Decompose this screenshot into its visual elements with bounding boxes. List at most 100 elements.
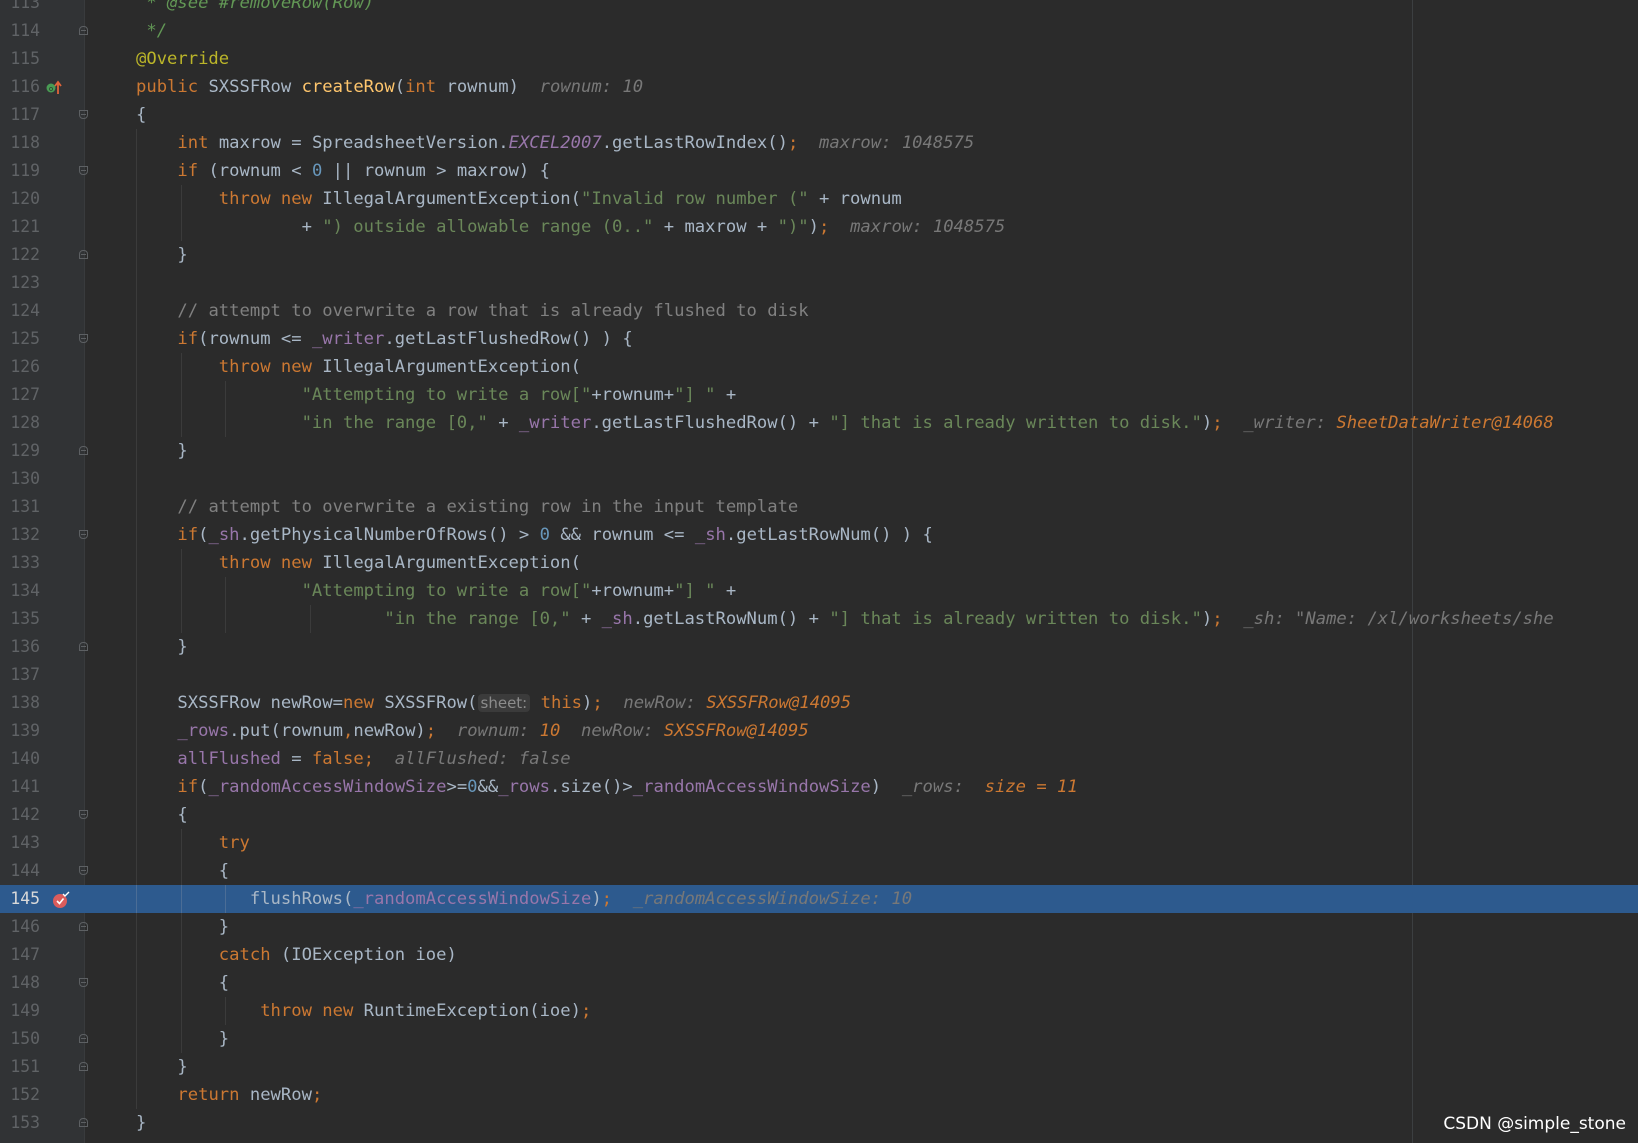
line-number[interactable]: 117 — [0, 101, 40, 129]
line-number[interactable]: 132 — [0, 521, 40, 549]
code-text[interactable]: } — [136, 241, 187, 269]
code-line[interactable]: 127 "Attempting to write a row["+rownum+… — [0, 381, 1638, 409]
code-text[interactable]: throw new RuntimeException(ioe); — [136, 997, 591, 1025]
code-line[interactable]: 137 — [0, 661, 1638, 689]
line-number[interactable]: 129 — [0, 437, 40, 465]
code-text[interactable]: throw new IllegalArgumentException("Inva… — [136, 185, 902, 213]
code-line[interactable]: 126 throw new IllegalArgumentException( — [0, 353, 1638, 381]
code-text[interactable]: public SXSSFRow createRow(int rownum) ro… — [136, 73, 643, 101]
line-number[interactable]: 140 — [0, 745, 40, 773]
line-number[interactable]: 136 — [0, 633, 40, 661]
code-text[interactable]: { — [136, 857, 229, 885]
fold-end-icon[interactable] — [79, 250, 88, 259]
line-number[interactable]: 151 — [0, 1053, 40, 1081]
code-line[interactable]: 146 } — [0, 913, 1638, 941]
code-text[interactable]: * @see #removeRow(Row) — [136, 0, 374, 17]
code-text[interactable]: try — [136, 829, 250, 857]
line-number[interactable]: 130 — [0, 465, 40, 493]
line-number[interactable]: 142 — [0, 801, 40, 829]
code-line[interactable]: 118 int maxrow = SpreadsheetVersion.EXCE… — [0, 129, 1638, 157]
fold-collapse-icon[interactable] — [79, 866, 88, 875]
code-line[interactable]: 148 { — [0, 969, 1638, 997]
code-text[interactable]: if(rownum <= _writer.getLastFlushedRow()… — [136, 325, 632, 353]
code-line[interactable]: 153} — [0, 1109, 1638, 1137]
line-number[interactable]: 143 — [0, 829, 40, 857]
code-text[interactable]: catch (IOException ioe) — [136, 941, 457, 969]
fold-collapse-icon[interactable] — [79, 530, 88, 539]
code-editor[interactable]: 113 * @see #removeRow(Row) 114 */115 @Over… — [0, 0, 1638, 1143]
fold-end-icon[interactable] — [79, 26, 88, 35]
current-execution-line[interactable]: 145 flushRows(_randomAccessWindowSize); … — [0, 885, 1638, 913]
line-number[interactable]: 128 — [0, 409, 40, 437]
fold-end-icon[interactable] — [79, 922, 88, 931]
code-line[interactable]: 138 SXSSFRow newRow=new SXSSFRow(sheet: … — [0, 689, 1638, 717]
code-text[interactable]: "Attempting to write a row["+rownum+"] "… — [136, 577, 737, 605]
code-line[interactable]: 143 try — [0, 829, 1638, 857]
code-text[interactable]: if(_sh.getPhysicalNumberOfRows() > 0 && … — [136, 521, 932, 549]
fold-collapse-icon[interactable] — [79, 810, 88, 819]
code-text[interactable]: */ — [136, 17, 167, 45]
code-text[interactable]: "in the range [0," + _sh.getLastRowNum()… — [136, 605, 1553, 633]
code-text[interactable]: } — [136, 1025, 229, 1053]
code-line[interactable]: 139 _rows.put(rownum,newRow); rownum: 10… — [0, 717, 1638, 745]
code-line[interactable]: 113 * @see #removeRow(Row) — [0, 0, 1638, 17]
line-number[interactable]: 147 — [0, 941, 40, 969]
code-text[interactable]: { — [136, 969, 229, 997]
code-line[interactable]: 128 "in the range [0," + _writer.getLast… — [0, 409, 1638, 437]
code-text[interactable]: "in the range [0," + _writer.getLastFlus… — [136, 409, 1554, 437]
code-text[interactable]: if (rownum < 0 || rownum > maxrow) { — [136, 157, 550, 185]
code-line[interactable]: 114 */ — [0, 17, 1638, 45]
code-line[interactable]: 152 return newRow; — [0, 1081, 1638, 1109]
fold-collapse-icon[interactable] — [79, 110, 88, 119]
line-number[interactable]: 131 — [0, 493, 40, 521]
code-line[interactable]: 122 } — [0, 241, 1638, 269]
fold-collapse-icon[interactable] — [79, 978, 88, 987]
code-line[interactable]: 151 } — [0, 1053, 1638, 1081]
line-number[interactable]: 125 — [0, 325, 40, 353]
line-number[interactable]: 148 — [0, 969, 40, 997]
code-line[interactable]: 133 throw new IllegalArgumentException( — [0, 549, 1638, 577]
code-text[interactable]: throw new IllegalArgumentException( — [136, 353, 581, 381]
code-line[interactable]: 136 } — [0, 633, 1638, 661]
line-number[interactable]: 152 — [0, 1081, 40, 1109]
code-line[interactable]: 142 { — [0, 801, 1638, 829]
fold-end-icon[interactable] — [79, 446, 88, 455]
fold-end-icon[interactable] — [79, 1062, 88, 1071]
code-line[interactable]: 116 o public SXSSFRow createRow(int rownum… — [0, 73, 1638, 101]
code-line[interactable]: 125 if(rownum <= _writer.getLastFlushedR… — [0, 325, 1638, 353]
line-number[interactable]: 120 — [0, 185, 40, 213]
code-text[interactable]: SXSSFRow newRow=new SXSSFRow(sheet: this… — [136, 689, 851, 717]
code-line[interactable]: 132 if(_sh.getPhysicalNumberOfRows() > 0… — [0, 521, 1638, 549]
code-text[interactable]: } — [136, 1053, 187, 1081]
fold-end-icon[interactable] — [79, 642, 88, 651]
code-line[interactable]: 131 // attempt to overwrite a existing r… — [0, 493, 1638, 521]
code-text[interactable]: return newRow; — [136, 1081, 322, 1109]
override-method-icon[interactable]: o — [46, 78, 62, 96]
code-line[interactable]: 120 throw new IllegalArgumentException("… — [0, 185, 1638, 213]
code-line[interactable]: 130 — [0, 465, 1638, 493]
code-line[interactable]: 144 { — [0, 857, 1638, 885]
line-number[interactable]: 133 — [0, 549, 40, 577]
code-text[interactable]: + ") outside allowable range (0.." + max… — [136, 213, 1006, 241]
line-number[interactable]: 126 — [0, 353, 40, 381]
fold-collapse-icon[interactable] — [79, 166, 88, 175]
code-line[interactable]: 124 // attempt to overwrite a row that i… — [0, 297, 1638, 325]
line-number[interactable]: 137 — [0, 661, 40, 689]
line-number[interactable]: 145 — [0, 885, 40, 913]
line-number[interactable]: 153 — [0, 1109, 40, 1137]
line-number[interactable]: 122 — [0, 241, 40, 269]
code-text[interactable]: } — [136, 437, 187, 465]
code-line[interactable]: 119 if (rownum < 0 || rownum > maxrow) { — [0, 157, 1638, 185]
code-text[interactable]: "Attempting to write a row["+rownum+"] "… — [136, 381, 737, 409]
code-text[interactable]: // attempt to overwrite a existing row i… — [136, 493, 798, 521]
code-text[interactable]: int maxrow = SpreadsheetVersion.EXCEL200… — [136, 129, 974, 157]
line-number[interactable]: 127 — [0, 381, 40, 409]
line-number[interactable]: 138 — [0, 689, 40, 717]
code-text[interactable]: } — [136, 1109, 146, 1137]
line-number[interactable]: 149 — [0, 997, 40, 1025]
code-line[interactable]: 129 } — [0, 437, 1638, 465]
fold-collapse-icon[interactable] — [79, 334, 88, 343]
code-line[interactable]: 115 @Override — [0, 45, 1638, 73]
code-text[interactable]: { — [136, 801, 187, 829]
code-line[interactable]: 147 catch (IOException ioe) — [0, 941, 1638, 969]
